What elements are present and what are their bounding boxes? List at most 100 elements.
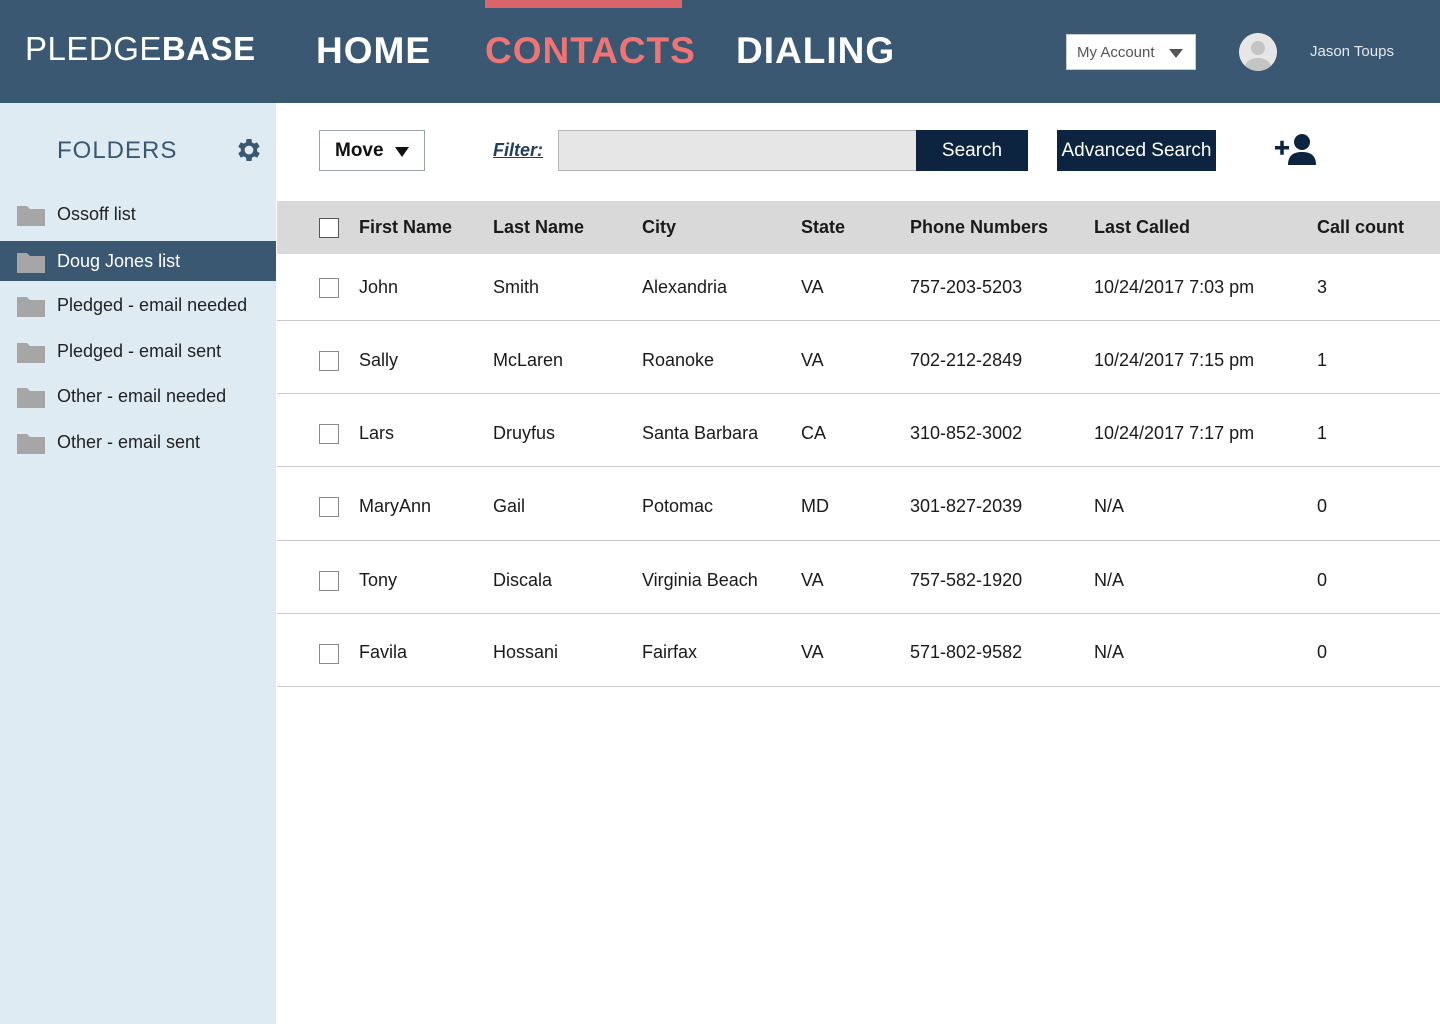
folder-label: Pledged - email sent [57,340,222,361]
folder-icon [17,388,45,408]
cell-phone[interactable]: 757-582-1920 [910,570,1022,591]
header-first-name[interactable]: First Name [359,217,452,238]
cell-state: VA [801,350,824,370]
cell-last-called: N/A [1094,570,1125,590]
folders-title: FOLDERS [57,137,178,164]
folder-item-pledged-email-sent[interactable]: Pledged - email sent [0,331,276,371]
move-dropdown[interactable]: Move [319,130,425,171]
my-account-dropdown[interactable]: My Account [1066,34,1196,70]
row-checkbox[interactable] [319,644,339,664]
table-row[interactable]: John Smith Alexandria VA 757-203-5203 10… [277,254,1440,321]
cell-city: Potomac [642,496,714,516]
cell-last-name: Druyfus [493,423,556,443]
folder-label: Other - email sent [57,431,201,452]
header-call-count[interactable]: Call count [1317,217,1404,238]
table-row[interactable]: Favila Hossani Fairfax VA 571-802-9582 N… [277,614,1440,687]
cell-last-called: 10/24/2017 7:17 pm [1094,423,1255,443]
user-avatar-icon[interactable] [1239,33,1277,71]
contacts-table: First Name Last Name City State Phone Nu… [277,201,1440,687]
row-checkbox[interactable] [319,571,339,591]
cell-phone[interactable]: 310-852-3002 [910,423,1022,444]
cell-phone[interactable]: 757-203-5203 [910,277,1022,298]
cell-last-name: Discala [493,570,553,590]
cell-last-called: N/A [1094,642,1125,662]
folder-item-other-email-sent[interactable]: Other - email sent [0,422,276,462]
logo-text-thin: PLEDGE [25,30,162,67]
folder-icon [17,343,45,363]
cell-first-name: Tony [359,570,398,590]
cell-call-count: 0 [1317,570,1328,590]
cell-call-count: 1 [1317,423,1328,443]
chevron-down-icon [1169,49,1183,58]
header-last-called[interactable]: Last Called [1094,217,1190,238]
cell-last-name: Hossani [493,642,559,662]
select-all-checkbox[interactable] [319,218,339,238]
cell-phone[interactable]: 571-802-9582 [910,642,1022,663]
row-checkbox[interactable] [319,497,339,517]
folder-icon [17,297,45,317]
filter-input[interactable] [558,130,918,171]
nav-contacts[interactable]: CONTACTS [485,30,696,72]
logo-text-bold: BASE [161,30,256,67]
add-user-icon[interactable] [1274,132,1320,168]
table-row[interactable]: MaryAnn Gail Potomac MD 301-827-2039 N/A… [277,467,1440,541]
cell-phone[interactable]: 301-827-2039 [910,496,1022,517]
table-header-row: First Name Last Name City State Phone Nu… [277,201,1440,254]
row-checkbox[interactable] [319,351,339,371]
cell-first-name: Sally [359,350,399,370]
folder-label: Other - email needed [57,385,227,406]
cell-call-count: 3 [1317,277,1328,297]
cell-last-name: Smith [493,277,540,297]
nav-dialing[interactable]: DIALING [736,30,895,72]
folder-item-doug-jones-list[interactable]: Doug Jones list [0,241,276,281]
cell-city: Virginia Beach [642,570,758,590]
cell-call-count: 1 [1317,350,1328,370]
pledgebase-logo[interactable]: PLEDGEBASE [25,30,256,68]
chevron-down-icon [395,147,409,157]
folder-icon [17,253,45,273]
nav-home[interactable]: HOME [316,30,431,72]
folder-icon [17,206,45,226]
folder-item-pledged-email-needed[interactable]: Pledged - email needed [0,285,276,325]
header-phone-numbers[interactable]: Phone Numbers [910,217,1048,238]
gear-icon[interactable] [234,135,264,165]
cell-phone[interactable]: 702-212-2849 [910,350,1022,371]
folder-label: Doug Jones list [57,250,181,271]
cell-call-count: 0 [1317,642,1328,662]
table-row[interactable]: Tony Discala Virginia Beach VA 757-582-1… [277,541,1440,614]
header-last-name[interactable]: Last Name [493,217,584,238]
my-account-label: My Account [1077,43,1155,61]
row-checkbox[interactable] [319,424,339,444]
cell-city: Fairfax [642,642,698,662]
cell-state: VA [801,277,824,297]
header-city[interactable]: City [642,217,676,238]
cell-state: CA [801,423,827,443]
header-state[interactable]: State [801,217,845,238]
folder-item-other-email-needed[interactable]: Other - email needed [0,376,276,416]
folder-item-ossoff-list[interactable]: Ossoff list [0,194,276,234]
table-row[interactable]: Lars Druyfus Santa Barbara CA 310-852-30… [277,394,1440,467]
search-button[interactable]: Search [916,130,1028,171]
cell-city: Roanoke [642,350,715,370]
username[interactable]: Jason Toups [1310,43,1394,60]
cell-last-called: N/A [1094,496,1125,516]
cell-first-name: MaryAnn [359,496,432,516]
cell-last-called: 10/24/2017 7:15 pm [1094,350,1255,370]
cell-state: VA [801,642,824,662]
filter-label[interactable]: Filter: [493,140,543,161]
folder-label: Ossoff list [57,203,136,224]
cell-first-name: John [359,277,399,297]
row-checkbox[interactable] [319,278,339,298]
advanced-search-button[interactable]: Advanced Search [1057,130,1216,171]
active-tab-indicator [485,0,682,8]
cell-first-name: Favila [359,642,408,662]
cell-state: MD [801,496,829,516]
table-row[interactable]: Sally McLaren Roanoke VA 702-212-2849 10… [277,321,1440,394]
folder-icon [17,434,45,454]
cell-last-name: Gail [493,496,526,516]
move-label: Move [335,139,384,161]
cell-first-name: Lars [359,423,395,443]
cell-city: Santa Barbara [642,423,759,443]
cell-last-name: McLaren [493,350,564,370]
cell-city: Alexandria [642,277,728,297]
